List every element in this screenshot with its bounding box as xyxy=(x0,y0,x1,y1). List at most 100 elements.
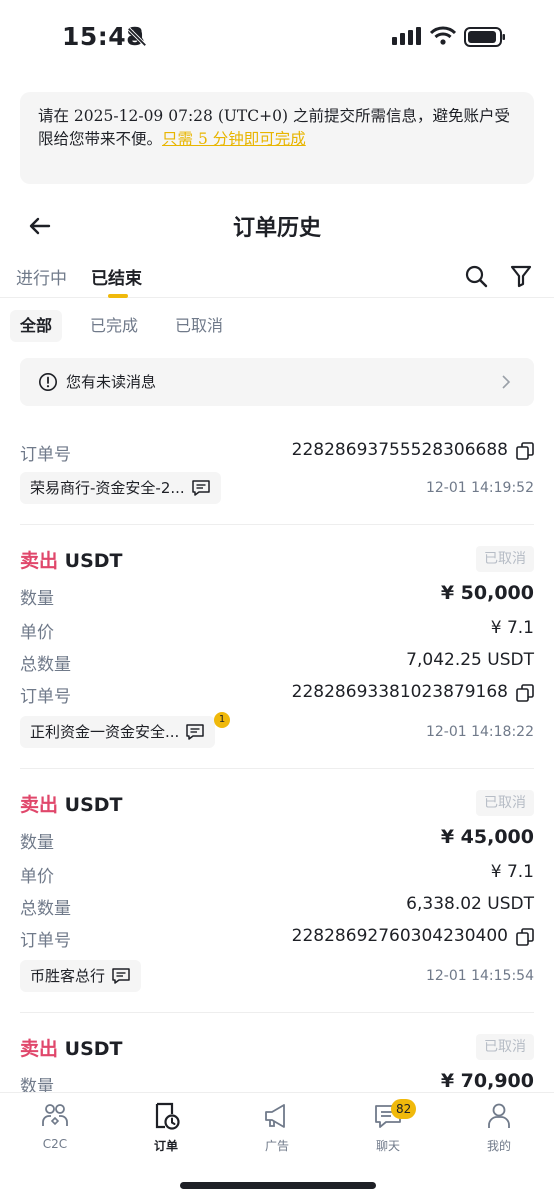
chip-completed[interactable]: 已完成 xyxy=(80,310,148,342)
order-card[interactable]: 卖出 USDT 已取消 数量 ¥ 70,900 xyxy=(20,1034,534,1092)
merchant-name: 荣易商行-资金安全-2... xyxy=(30,479,185,497)
notice-link[interactable]: 只需 5 分钟即可完成 xyxy=(162,130,306,148)
quantity-value: ¥ 50,000 xyxy=(440,582,534,604)
order-time: 12-01 14:19:52 xyxy=(425,480,534,496)
total-row: 总数量 7,042.25 USDT xyxy=(20,648,534,676)
order-divider xyxy=(20,524,534,525)
status-badge: 已取消 xyxy=(476,790,534,816)
search-icon[interactable] xyxy=(464,264,488,288)
merchant-chip[interactable]: 币胜客总行 xyxy=(20,960,142,992)
order-divider xyxy=(20,768,534,769)
status-badge: 已取消 xyxy=(476,1034,534,1060)
copy-icon[interactable] xyxy=(516,442,534,460)
profile-icon xyxy=(488,1103,510,1128)
megaphone-icon xyxy=(265,1104,285,1128)
nav-ads-label: 广告 xyxy=(264,1139,289,1153)
order-card[interactable]: 订单号 22828693755528306688 荣易商行-资金安全-2... … xyxy=(20,408,534,520)
order-side: 卖出 xyxy=(20,550,59,572)
merchant-chip[interactable]: 正利资金一资金安全... xyxy=(20,716,216,748)
nav-profile-label: 我的 xyxy=(486,1139,511,1153)
tab-in-progress[interactable]: 进行中 xyxy=(16,264,67,289)
order-no-value: 22828693381023879168 xyxy=(291,682,508,702)
wifi-icon xyxy=(430,26,456,45)
info-icon xyxy=(39,373,57,391)
tab-finished[interactable]: 已结束 xyxy=(91,264,142,289)
total-row: 总数量 6,338.02 USDT xyxy=(20,892,534,920)
unread-messages-text: 您有未读消息 xyxy=(66,373,157,391)
quantity-row: 数量 ¥ 45,000 xyxy=(20,826,534,854)
quantity-label: 数量 xyxy=(20,833,54,853)
copy-icon[interactable] xyxy=(516,928,534,946)
page-title: 订单历史 xyxy=(232,216,321,241)
status-badge: 已取消 xyxy=(476,546,534,572)
merchant-name: 币胜客总行 xyxy=(30,967,106,985)
order-no-value: 22828693755528306688 xyxy=(291,440,508,460)
home-indicator xyxy=(180,1182,376,1189)
price-value: ¥ 7.1 xyxy=(490,862,534,882)
bell-muted-icon xyxy=(127,27,147,47)
order-asset: USDT xyxy=(64,794,123,816)
unread-count-badge: 1 xyxy=(214,712,230,728)
order-time: 12-01 14:18:22 xyxy=(425,724,534,740)
copy-icon[interactable] xyxy=(516,684,534,702)
order-no-label: 订单号 xyxy=(20,445,71,465)
order-card[interactable]: 卖出 USDT 已取消 数量 ¥ 50,000 单价 ¥ 7.1 总数量 7,0… xyxy=(20,546,534,758)
order-card[interactable]: 卖出 USDT 已取消 数量 ¥ 45,000 单价 ¥ 7.1 总数量 6,3… xyxy=(20,790,534,1002)
total-label: 总数量 xyxy=(20,899,71,919)
order-title: 卖出 USDT xyxy=(20,546,123,573)
price-label: 单价 xyxy=(20,867,54,887)
quantity-value: ¥ 70,900 xyxy=(440,1070,534,1092)
quantity-row: 数量 ¥ 50,000 xyxy=(20,582,534,610)
order-side: 卖出 xyxy=(20,1038,59,1060)
order-no-row: 订单号 22828693755528306688 xyxy=(20,438,534,466)
chat-icon xyxy=(186,723,205,740)
quantity-label: 数量 xyxy=(20,1077,54,1092)
unread-messages-bar[interactable]: 您有未读消息 xyxy=(20,358,534,406)
nav-orders[interactable]: 订单 xyxy=(111,1101,221,1161)
price-value: ¥ 7.1 xyxy=(490,618,534,638)
chat-icon xyxy=(112,967,130,984)
chip-cancelled[interactable]: 已取消 xyxy=(165,310,233,342)
nav-chat-label: 聊天 xyxy=(375,1139,400,1153)
order-asset: USDT xyxy=(64,550,123,572)
kyc-notice-banner: 请在 2025-12-09 07:28 (UTC+0) 之前提交所需信息，避免账… xyxy=(20,92,534,184)
chat-unread-badge: 82 xyxy=(391,1099,417,1119)
nav-profile[interactable]: 我的 xyxy=(444,1101,554,1161)
order-time: 12-01 14:15:54 xyxy=(425,968,534,984)
price-label: 单价 xyxy=(20,623,54,643)
quantity-row: 数量 ¥ 70,900 xyxy=(20,1070,534,1092)
quantity-value: ¥ 45,000 xyxy=(440,826,534,848)
total-label: 总数量 xyxy=(20,655,71,675)
order-no-label: 订单号 xyxy=(20,931,71,951)
people-icon xyxy=(42,1104,68,1126)
page-header: 订单历史 xyxy=(0,200,554,252)
order-title: 卖出 USDT xyxy=(20,790,123,817)
merchant-name: 正利资金一资金安全... xyxy=(30,723,180,741)
order-no-row: 订单号 22828693381023879168 xyxy=(20,680,534,708)
order-no-value: 22828692760304230400 xyxy=(291,926,508,946)
filter-icon[interactable] xyxy=(510,264,532,288)
chevron-right-icon xyxy=(502,375,511,389)
price-row: 单价 ¥ 7.1 xyxy=(20,616,534,644)
total-value: 6,338.02 USDT xyxy=(406,894,534,914)
order-no-row: 订单号 22828692760304230400 xyxy=(20,924,534,952)
chat-icon xyxy=(191,479,210,496)
order-divider xyxy=(20,1012,534,1013)
order-no-label: 订单号 xyxy=(20,687,71,707)
order-list: 订单号 22828693755528306688 荣易商行-资金安全-2... … xyxy=(0,408,554,1092)
order-icon xyxy=(155,1102,180,1130)
quantity-label: 数量 xyxy=(20,589,54,609)
order-filter-chips: 全部 已完成 已取消 xyxy=(0,308,554,344)
merchant-chip[interactable]: 荣易商行-资金安全-2... xyxy=(20,472,221,504)
nav-orders-label: 订单 xyxy=(153,1139,178,1153)
order-asset: USDT xyxy=(64,1038,123,1060)
status-bar: 15:48 xyxy=(0,0,554,76)
nav-c2c[interactable]: C2C xyxy=(0,1101,110,1161)
chip-all[interactable]: 全部 xyxy=(10,310,63,342)
active-tab-indicator xyxy=(108,294,128,298)
order-title: 卖出 USDT xyxy=(20,1034,123,1061)
battery-icon xyxy=(464,27,505,47)
nav-chat[interactable]: 82 聊天 xyxy=(333,1099,443,1161)
nav-ads[interactable]: 广告 xyxy=(222,1101,332,1161)
total-value: 7,042.25 USDT xyxy=(406,650,534,670)
